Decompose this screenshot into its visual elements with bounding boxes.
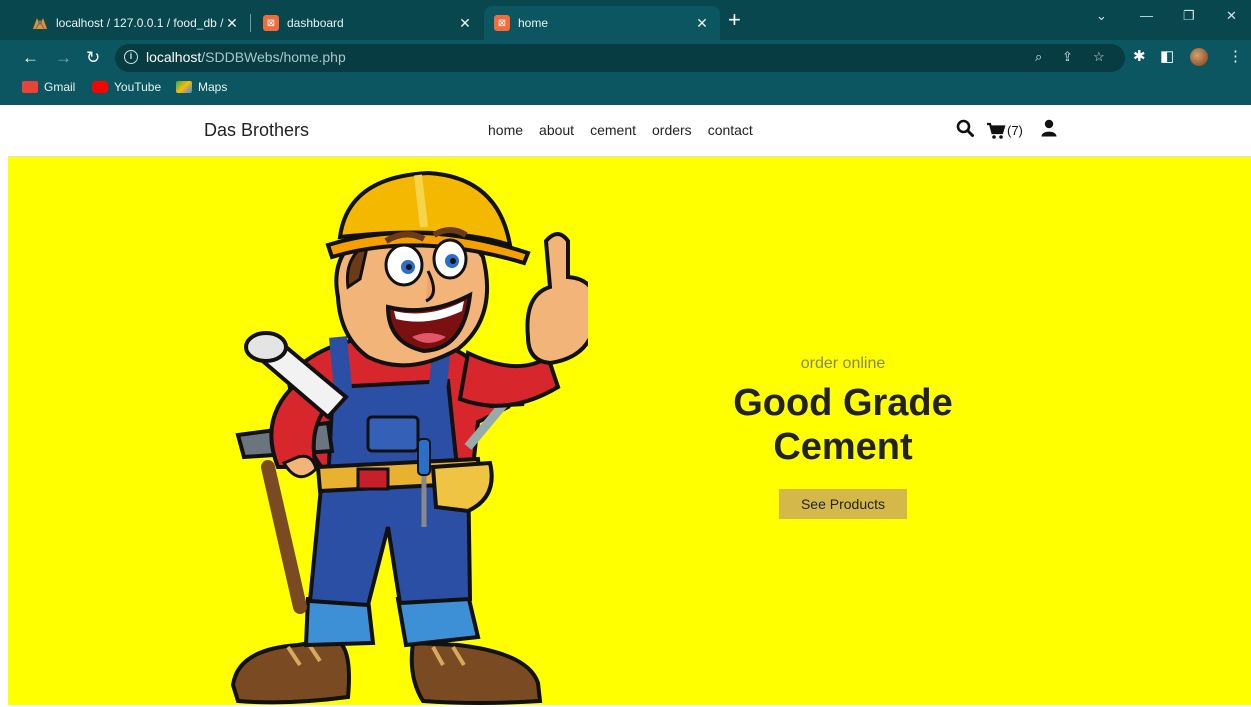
cart-icon (987, 122, 1006, 139)
tab-label: dashboard (287, 16, 344, 30)
gmail-icon (22, 81, 38, 93)
reload-icon[interactable]: ↻ (86, 48, 100, 68)
maps-icon (176, 81, 192, 93)
headline-line: Good Grade (733, 382, 953, 424)
user-icon[interactable] (1041, 119, 1057, 142)
headline-line: Cement (773, 426, 913, 468)
nav-home[interactable]: home (488, 122, 523, 138)
youtube-icon (92, 81, 108, 93)
phpmyadmin-icon (32, 15, 48, 31)
new-tab-button[interactable]: + (728, 9, 741, 31)
nav-cement[interactable]: cement (590, 122, 636, 138)
tab-label: localhost / 127.0.0.1 / food_db / (56, 16, 224, 30)
construction-worker-illustration (230, 170, 588, 705)
cart-count: (7) (1007, 123, 1023, 138)
bookmark-youtube[interactable]: YouTube (92, 80, 161, 94)
side-panel-icon[interactable]: ◧ (1160, 47, 1174, 65)
header-icons: (7) (956, 119, 1057, 142)
minimize-icon[interactable]: — (1140, 8, 1153, 23)
back-icon[interactable]: ← (22, 48, 39, 68)
nav-about[interactable]: about (539, 122, 574, 138)
main-nav: home about cement orders contact (488, 122, 753, 138)
tab-phpmyadmin[interactable]: localhost / 127.0.0.1 / food_db / ✕ (22, 6, 250, 40)
zoom-icon[interactable]: ⌕ (1035, 49, 1042, 65)
forward-icon[interactable]: → (55, 48, 72, 68)
xampp-icon: ⊠ (494, 15, 510, 31)
tab-separator (250, 14, 251, 32)
tab-search-icon[interactable]: ⌄ (1096, 8, 1107, 24)
site-info-icon[interactable]: i (124, 50, 138, 64)
window-close-icon[interactable]: ✕ (1226, 8, 1237, 24)
hero-text: order online Good Grade Cement See Produ… (708, 355, 978, 519)
bookmark-maps[interactable]: Maps (176, 80, 227, 94)
site-logo[interactable]: Das Brothers (204, 120, 309, 141)
share-icon[interactable]: ⇪ (1062, 49, 1073, 65)
close-icon[interactable]: ✕ (694, 15, 710, 32)
close-icon[interactable]: ✕ (457, 15, 473, 32)
tab-home[interactable]: ⊠ home ✕ (484, 6, 720, 40)
search-icon[interactable] (956, 119, 974, 142)
tab-label: home (518, 16, 549, 30)
bookmark-gmail[interactable]: Gmail (22, 80, 75, 94)
xampp-icon: ⊠ (263, 15, 279, 31)
cart-link[interactable]: (7) (986, 122, 1023, 140)
site-header: Das Brothers home about cement orders co… (8, 105, 1251, 157)
tab-dashboard[interactable]: ⊠ dashboard ✕ (253, 6, 483, 40)
bookmark-star-icon[interactable]: ☆ (1093, 49, 1105, 65)
profile-avatar[interactable] (1190, 48, 1208, 66)
webpage: Das Brothers home about cement orders co… (8, 105, 1251, 705)
hero-headline: Good Grade Cement (708, 381, 978, 469)
restore-icon[interactable]: ❐ (1183, 8, 1195, 24)
url-text: localhost/SDDBWebs/home.php (146, 49, 346, 65)
extensions-icon[interactable]: ✱ (1133, 47, 1146, 65)
hero-eyebrow: order online (800, 355, 886, 372)
see-products-button[interactable]: See Products (778, 489, 908, 519)
menu-icon[interactable]: ⋮ (1228, 47, 1243, 65)
close-icon[interactable]: ✕ (224, 15, 240, 32)
nav-contact[interactable]: contact (708, 122, 753, 138)
nav-orders[interactable]: orders (652, 122, 692, 138)
